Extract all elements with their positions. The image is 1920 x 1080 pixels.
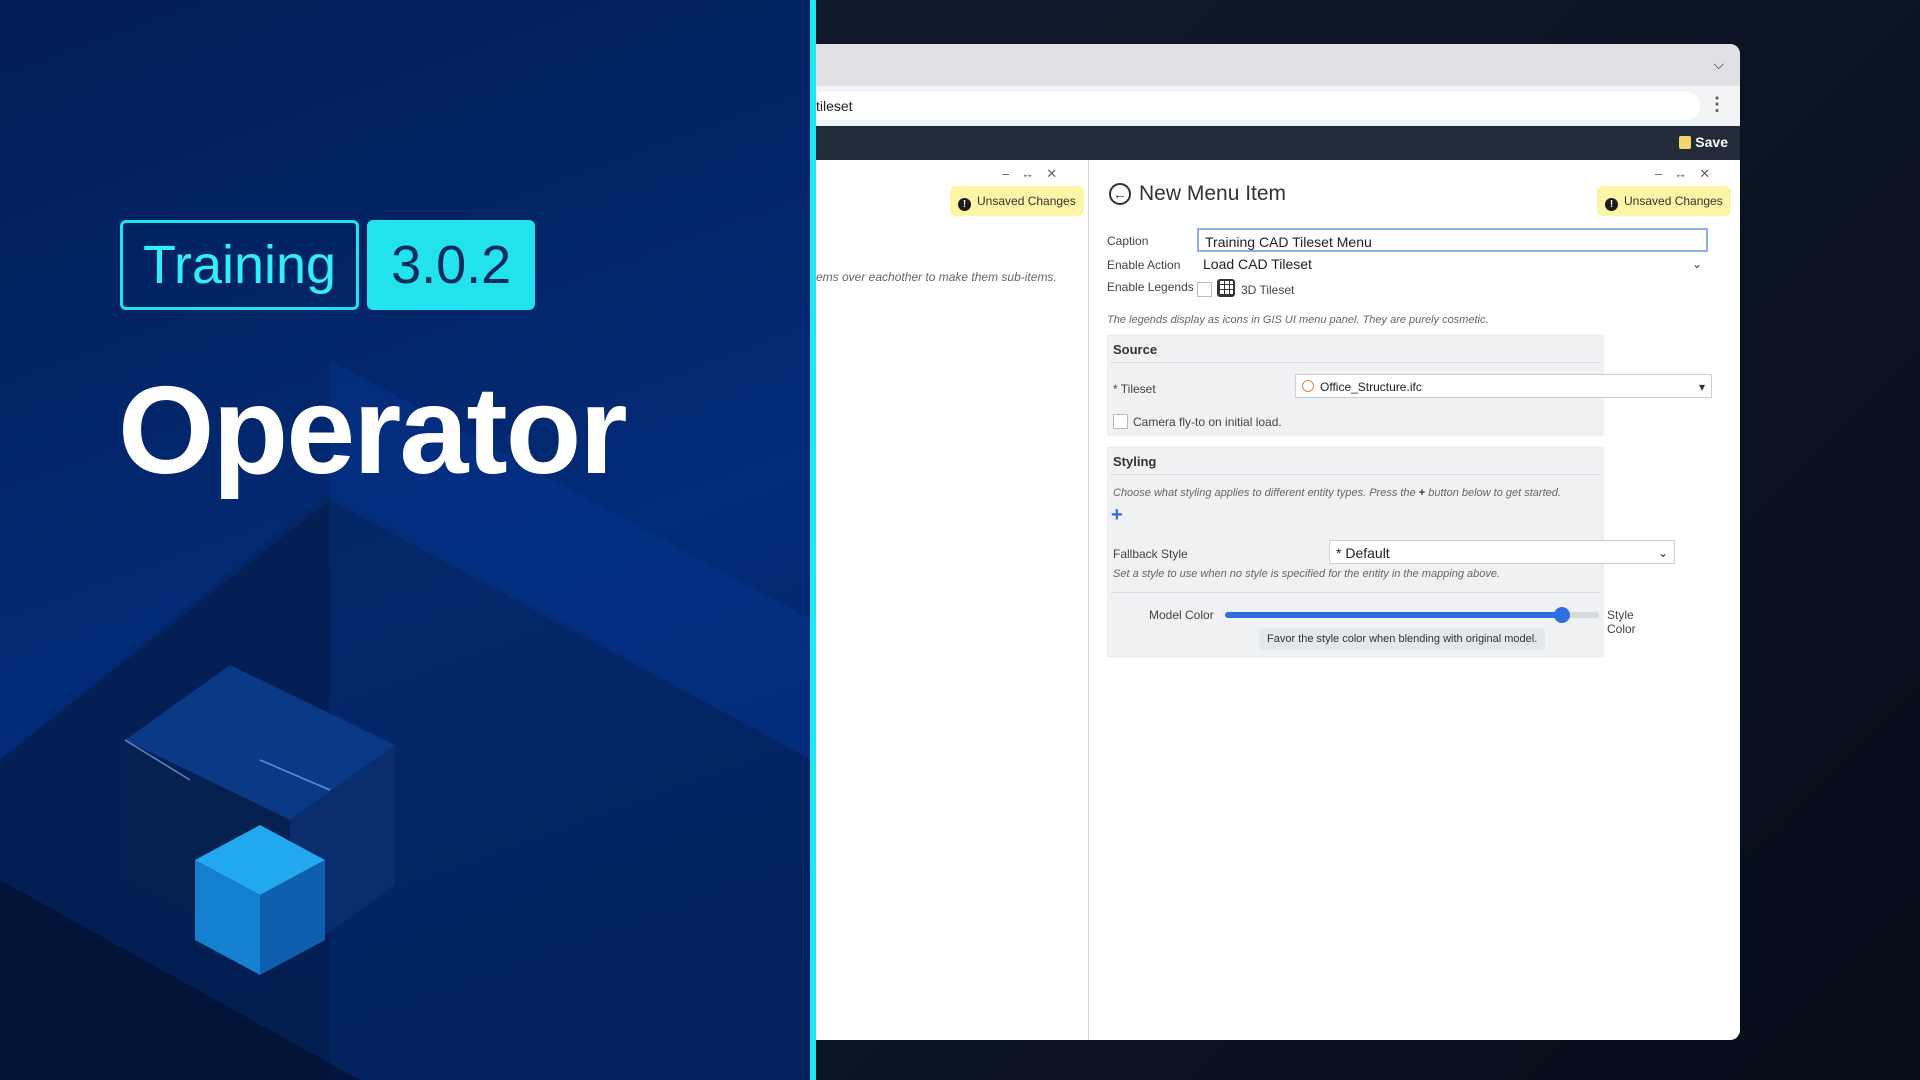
app-toolbar: Save xyxy=(816,126,1740,160)
unsaved-label: Unsaved Changes xyxy=(1624,194,1723,208)
chevron-down-icon: ⌄ xyxy=(1657,546,1668,560)
styling-section: Styling Choose what styling applies to d… xyxy=(1107,446,1675,658)
version-badge: 3.0.2 xyxy=(367,220,536,310)
model-color-label: Model Color xyxy=(1149,608,1214,622)
save-button[interactable]: Save xyxy=(1679,134,1728,150)
badge-group: Training 3.0.2 xyxy=(120,220,536,310)
expand-icon[interactable]: ↔ xyxy=(1674,166,1699,181)
pane-window-controls: –↔✕ xyxy=(1655,166,1722,182)
styling-note: Choose what styling applies to different… xyxy=(1113,487,1561,499)
plus-icon: + xyxy=(1418,487,1426,499)
style-color-label: Style Color xyxy=(1607,608,1636,636)
slider-thumb[interactable] xyxy=(1553,607,1570,623)
fallback-style-select[interactable]: * Default ⌄ xyxy=(1329,540,1675,564)
divider xyxy=(1111,592,1600,593)
slider-fill xyxy=(1225,612,1562,618)
source-section: Source * Tileset Office_Structure.ifc ▾ … xyxy=(1107,334,1712,436)
camera-flyto-checkbox[interactable] xyxy=(1113,414,1128,429)
expand-icon[interactable]: ↔ xyxy=(1021,166,1046,181)
tileset-status-icon xyxy=(1302,380,1314,392)
kebab-menu-icon[interactable]: ⋮ xyxy=(1708,94,1726,115)
divider xyxy=(1111,474,1600,475)
camera-flyto-label: Camera fly-to on initial load. xyxy=(1133,415,1282,429)
legends-note: The legends display as icons in GIS UI m… xyxy=(1107,314,1489,326)
blend-tooltip: Favor the style color when blending with… xyxy=(1259,628,1546,650)
pane-window-controls: –↔✕ xyxy=(1002,166,1069,182)
add-style-button[interactable]: + xyxy=(1111,504,1123,527)
unsaved-changes-badge: ! Unsaved Changes xyxy=(1597,186,1731,216)
caption-label: Caption xyxy=(1107,234,1149,248)
tileset-value: Office_Structure.ifc xyxy=(1320,380,1422,394)
minimize-icon[interactable]: – xyxy=(1002,166,1021,181)
form-title: ← New Menu Item xyxy=(1109,182,1286,206)
menu-tree-pane: –↔✕ ! Unsaved Changes ems over eachother … xyxy=(816,160,1089,1040)
tileset-label: * Tileset xyxy=(1113,382,1156,396)
fallback-style-label: Fallback Style xyxy=(1113,547,1188,561)
enable-action-select[interactable]: Load CAD Tileset ⌄ xyxy=(1197,252,1708,276)
source-title: Source xyxy=(1113,342,1158,357)
styling-title: Styling xyxy=(1113,454,1157,469)
close-icon[interactable]: ✕ xyxy=(1699,166,1722,181)
url-field[interactable]: tileset xyxy=(816,92,1700,120)
legend-checkbox[interactable] xyxy=(1197,282,1212,297)
enable-legends-label: Enable Legends xyxy=(1107,280,1194,294)
form-title-text: New Menu Item xyxy=(1139,182,1287,205)
hero-panel: Training 3.0.2 Operator xyxy=(0,0,812,1080)
chevron-down-icon: ⌄ xyxy=(1691,257,1702,271)
legend-option-label: 3D Tileset xyxy=(1241,283,1295,297)
caret-down-icon: ▾ xyxy=(1698,380,1705,394)
fallback-note: Set a style to use when no style is spec… xyxy=(1113,568,1501,580)
warning-icon: ! xyxy=(958,198,971,211)
enable-action-value: Load CAD Tileset xyxy=(1203,256,1312,272)
browser-window: ⌵ tileset ⋮ Save –↔✕ ! Unsaved Changes em… xyxy=(816,44,1740,1040)
divider xyxy=(1111,362,1600,363)
unsaved-changes-badge: ! Unsaved Changes xyxy=(950,186,1084,216)
back-arrow-icon[interactable]: ← xyxy=(1109,183,1131,205)
browser-tab-bar: ⌵ xyxy=(816,44,1740,86)
styling-note-before: Choose what styling applies to different… xyxy=(1113,487,1416,499)
enable-action-label: Enable Action xyxy=(1107,258,1181,272)
save-icon xyxy=(1679,136,1692,149)
fallback-style-value: * Default xyxy=(1336,545,1390,561)
chevron-down-icon[interactable]: ⌵ xyxy=(1713,56,1724,73)
save-label: Save xyxy=(1695,134,1728,150)
hero-title: Operator xyxy=(118,362,628,500)
menu-item-editor-pane: –↔✕ ← New Menu Item ! Unsaved Changes Capt… xyxy=(1089,160,1740,1040)
close-icon[interactable]: ✕ xyxy=(1046,166,1069,181)
unsaved-label: Unsaved Changes xyxy=(977,194,1076,208)
browser-url-bar: tileset ⋮ xyxy=(816,86,1740,126)
warning-icon: ! xyxy=(1605,198,1618,211)
styling-note-after: button below to get started. xyxy=(1428,487,1561,499)
hero-background-art xyxy=(0,360,812,1080)
color-blend-slider[interactable] xyxy=(1225,607,1599,623)
tileset-grid-icon xyxy=(1217,279,1235,297)
tileset-select[interactable]: Office_Structure.ifc ▾ xyxy=(1295,374,1712,398)
tree-hint: ems over eachother to make them sub-item… xyxy=(816,270,1057,284)
training-badge: Training xyxy=(120,220,360,310)
minimize-icon[interactable]: – xyxy=(1655,166,1674,181)
caption-input[interactable]: Training CAD Tileset Menu xyxy=(1197,228,1708,252)
